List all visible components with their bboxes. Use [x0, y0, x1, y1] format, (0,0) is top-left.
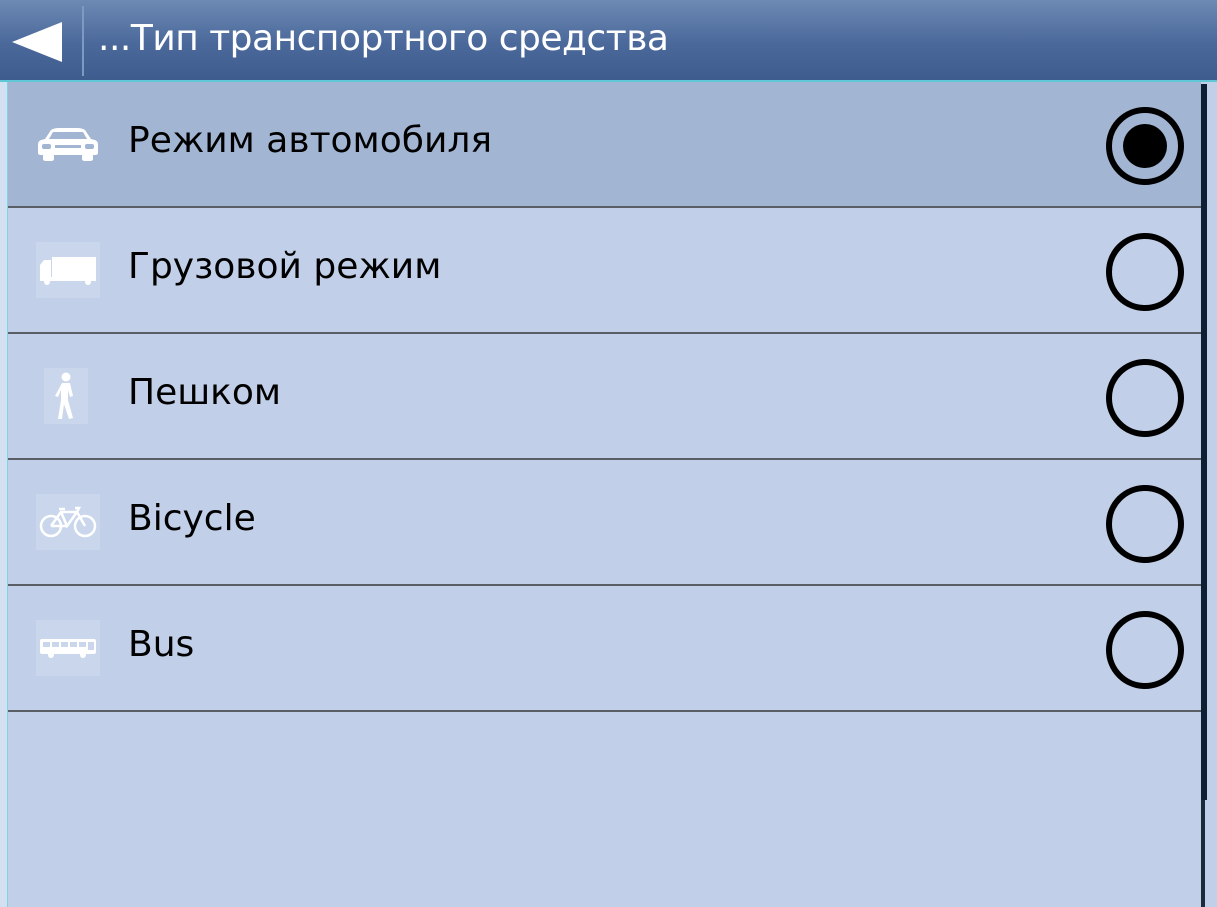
- scrollbar-thumb[interactable]: [1201, 84, 1207, 800]
- option-label: Режим автомобиля: [128, 120, 493, 161]
- header-divider: [82, 6, 84, 76]
- left-edge: [0, 82, 8, 907]
- page-title: ...Тип транспортного средства: [98, 18, 669, 59]
- scrollbar-track-lower: [1201, 800, 1205, 907]
- radio-unselected[interactable]: [1103, 608, 1187, 692]
- bus-icon: [36, 620, 100, 676]
- radio-unselected[interactable]: [1103, 482, 1187, 566]
- back-arrow-icon: [12, 22, 62, 62]
- title-bar: ...Тип транспортного средства: [0, 0, 1217, 82]
- transport-type-list: Режим автомобиля Грузовой режим Пешком B…: [8, 82, 1201, 907]
- car-icon: [36, 116, 100, 172]
- option-car-mode[interactable]: Режим автомобиля: [8, 82, 1201, 208]
- option-label: Bicycle: [128, 498, 256, 539]
- option-label: Bus: [128, 624, 195, 665]
- radio-unselected[interactable]: [1103, 356, 1187, 440]
- option-label: Пешком: [128, 372, 282, 413]
- back-button[interactable]: [0, 0, 82, 80]
- option-bus-mode[interactable]: Bus: [8, 586, 1201, 712]
- pedestrian-icon: [44, 368, 88, 424]
- radio-selected[interactable]: [1103, 104, 1187, 188]
- option-label: Грузовой режим: [128, 246, 442, 287]
- truck-icon: [36, 242, 100, 298]
- radio-unselected[interactable]: [1103, 230, 1187, 314]
- bicycle-icon: [36, 494, 100, 550]
- option-bicycle-mode[interactable]: Bicycle: [8, 460, 1201, 586]
- option-pedestrian-mode[interactable]: Пешком: [8, 334, 1201, 460]
- option-truck-mode[interactable]: Грузовой режим: [8, 208, 1201, 334]
- vertical-scrollbar[interactable]: [1201, 82, 1217, 907]
